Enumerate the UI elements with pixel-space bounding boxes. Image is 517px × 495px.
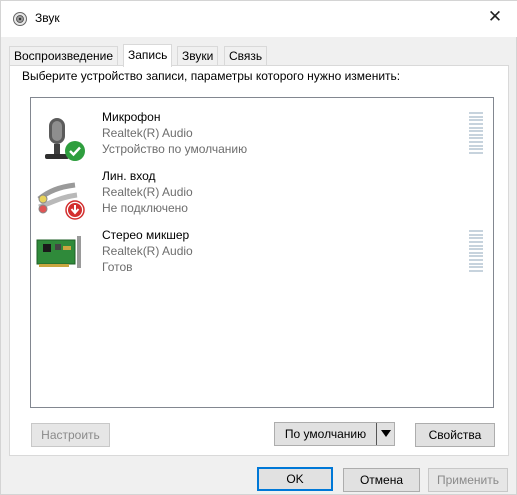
set-default-button[interactable]: По умолчанию (274, 422, 395, 446)
device-name: Лин. вход (102, 169, 156, 183)
chevron-down-icon[interactable] (376, 423, 394, 445)
speaker-icon (13, 12, 27, 26)
level-meter (469, 112, 483, 154)
device-name: Микрофон (102, 110, 161, 124)
device-driver: Realtek(R) Audio (102, 126, 193, 140)
list-item-stereo-mixer[interactable]: Стерео микшер Realtek(R) Audio Готов (31, 224, 493, 280)
list-item-line-in[interactable]: Лин. вход Realtek(R) Audio Не подключено (31, 165, 493, 221)
close-icon: ✕ (487, 7, 503, 27)
microphone-icon (45, 118, 85, 161)
device-driver: Realtek(R) Audio (102, 185, 193, 199)
device-name: Стерео микшер (102, 228, 190, 242)
ok-button[interactable]: OK (257, 467, 333, 491)
line-in-cable-icon (37, 182, 85, 220)
properties-button[interactable]: Свойства (415, 423, 495, 447)
device-status: Готов (102, 260, 133, 274)
close-button[interactable]: ✕ (472, 1, 517, 33)
set-default-label: По умолчанию (284, 427, 367, 441)
sound-dialog: Звук ✕ Воспроизведение Запись Звуки Связ… (0, 0, 517, 495)
device-status: Устройство по умолчанию (102, 142, 248, 156)
device-list[interactable]: Микрофон Realtek(R) Audio Устройство по … (30, 97, 494, 408)
configure-button[interactable]: Настроить (31, 423, 110, 447)
title-bar[interactable]: Звук ✕ (1, 1, 517, 37)
device-driver: Realtek(R) Audio (102, 244, 193, 258)
apply-button[interactable]: Применить (428, 468, 508, 492)
device-status: Не подключено (102, 201, 188, 215)
window-title: Звук (35, 11, 60, 25)
tab-sounds[interactable]: Звуки (177, 46, 219, 66)
tab-recording[interactable]: Запись (123, 44, 173, 67)
tab-playback[interactable]: Воспроизведение (9, 46, 119, 66)
tab-communications[interactable]: Связь (224, 46, 268, 66)
instruction-text: Выберите устройство записи, параметры ко… (22, 69, 401, 83)
sound-card-icon (36, 236, 81, 268)
list-item-microphone[interactable]: Микрофон Realtek(R) Audio Устройство по … (31, 106, 493, 162)
default-check-icon (65, 141, 85, 161)
cancel-button[interactable]: Отмена (343, 468, 420, 492)
level-meter (469, 230, 483, 272)
